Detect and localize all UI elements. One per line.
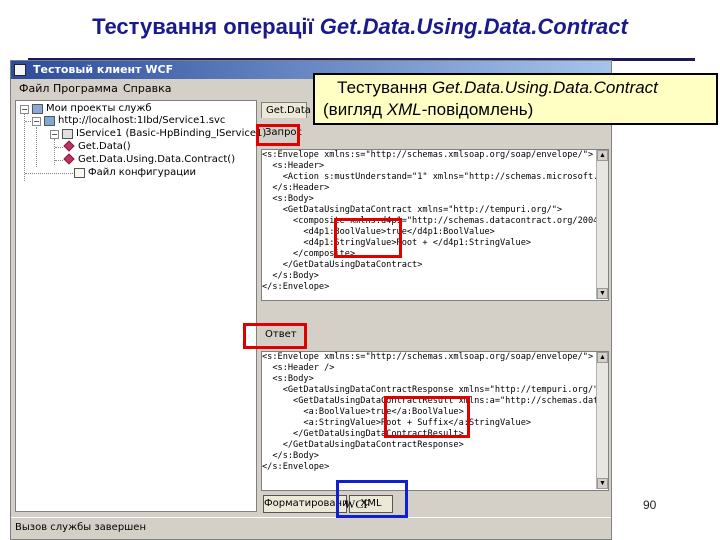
- slide-title: Тестування операції Get.Data.Using.Data.…: [0, 14, 720, 40]
- window-title: Тестовый клиент WCF: [33, 63, 174, 76]
- xml-line: </composite>: [262, 249, 356, 259]
- xml-line: </s:Envelope>: [262, 282, 330, 292]
- callout-box: Тестування Get.Data.Using.Data.Contract …: [313, 73, 718, 125]
- xml-line: <d4p1:StringValue>Root + </d4p1:StringVa…: [262, 238, 532, 248]
- projects-icon: [32, 104, 43, 114]
- callout-line2: (вигляд XML-повідомлень): [323, 99, 710, 121]
- operation-icon: [63, 140, 75, 152]
- callout-line2-open: (вигляд: [323, 100, 387, 119]
- scroll-down-arrow[interactable]: ▼: [597, 288, 608, 299]
- xml-line: </s:Body>: [262, 451, 319, 461]
- xml-line: <s:Body>: [262, 374, 314, 384]
- scroll-down-arrow[interactable]: ▼: [597, 478, 608, 489]
- xml-line: <s:Body>: [262, 194, 314, 204]
- tree-op-getdatausingdatacontract[interactable]: Get.Data.Using.Data.Contract(): [78, 154, 235, 165]
- highlight-response-label: [243, 323, 307, 349]
- service-tree: − Мои проекты служб − http://localhost:1…: [15, 100, 266, 512]
- operation-icon: [63, 153, 75, 165]
- collapse-toggle[interactable]: −: [20, 105, 29, 114]
- menu-program[interactable]: Программа: [53, 82, 118, 95]
- highlight-request-values: [334, 218, 402, 258]
- tree-contract[interactable]: IService1 (Basic-HpBinding_IService1): [76, 128, 266, 139]
- wcf-label: WCF: [344, 497, 371, 511]
- xml-line: <s:Envelope xmlns:s="http://schemas.xmls…: [262, 352, 594, 362]
- xml-line: </s:Envelope>: [262, 462, 330, 472]
- tree-root[interactable]: Мои проекты служб: [46, 103, 152, 114]
- callout-line1-italic: Get.Data.Using.Data.Contract: [432, 78, 658, 97]
- response-scrollbar[interactable]: ▲ ▼: [596, 352, 608, 489]
- xml-line: </s:Body>: [262, 271, 319, 281]
- xml-line: <GetDataUsingDataContract xmlns="http://…: [262, 205, 563, 215]
- tab-formatted[interactable]: Форматирование: [263, 495, 355, 513]
- highlight-response-values: [384, 396, 470, 438]
- service-icon: [44, 116, 55, 126]
- request-xml-lines: <s:Envelope xmlns:s="http://schemas.xmls…: [262, 150, 608, 293]
- slide-title-plain: Тестування операції: [92, 14, 320, 39]
- tree-op-getdata[interactable]: Get.Data(): [78, 141, 131, 152]
- app-icon: [14, 64, 26, 76]
- xml-line: <GetDataUsingDataContractResponse xmlns=…: [262, 385, 604, 395]
- tab-getdata[interactable]: Get.Data: [261, 102, 311, 118]
- tree-connector: [54, 139, 55, 165]
- tree-connector: [55, 147, 63, 148]
- status-bar: Вызов службы завершен: [11, 517, 611, 538]
- collapse-toggle[interactable]: −: [50, 130, 59, 139]
- xml-line: </GetDataUsingDataContract>: [262, 260, 423, 270]
- xml-line: <s:Header>: [262, 161, 325, 171]
- xml-line: <d4p1:BoolValue>true</d4p1:BoolValue>: [262, 227, 495, 237]
- tree-config[interactable]: Файл конфигурации: [88, 167, 196, 178]
- slide-title-italic: Get.Data.Using.Data.Contract: [319, 14, 628, 39]
- request-scrollbar[interactable]: ▲ ▼: [596, 150, 608, 299]
- highlight-request-label: [256, 124, 300, 146]
- collapse-toggle[interactable]: −: [32, 117, 41, 126]
- request-xml-pane[interactable]: <s:Envelope xmlns:s="http://schemas.xmls…: [261, 149, 609, 301]
- menu-help[interactable]: Справка: [123, 82, 171, 95]
- menu-file[interactable]: Файл: [19, 82, 49, 95]
- wcf-test-client-window: Тестовый клиент WCF Файл Программа Справ…: [10, 60, 612, 540]
- callout-line2-close: -повідомлень): [421, 100, 534, 119]
- xml-line: <Action s:mustUnderstand="1" xmlns="http…: [262, 172, 609, 182]
- xml-line: <s:Header />: [262, 363, 335, 373]
- callout-line1-plain: Тестування: [337, 78, 433, 97]
- page-number: 90: [643, 498, 657, 512]
- tree-connector: [36, 127, 37, 167]
- tree-endpoint[interactable]: http://localhost:1Ibd/Service1.svc: [58, 115, 225, 126]
- xml-line: <composite xmlns:d4p1="http://schemas.da…: [262, 216, 609, 226]
- callout-line2-italic: XML: [386, 100, 422, 119]
- scroll-up-arrow[interactable]: ▲: [597, 352, 608, 363]
- status-text: Вызов службы завершен: [15, 522, 147, 533]
- xml-line: </GetDataUsingDataContractResponse>: [262, 440, 464, 450]
- callout-line1: Тестування Get.Data.Using.Data.Contract: [323, 77, 710, 99]
- tree-connector: [55, 160, 63, 161]
- contract-icon: [62, 129, 73, 139]
- tree-connector: [25, 173, 73, 174]
- xml-line: </s:Header>: [262, 183, 330, 193]
- xml-line: <s:Envelope xmlns:s="http://schemas.xmls…: [262, 150, 594, 160]
- scroll-up-arrow[interactable]: ▲: [597, 150, 608, 161]
- config-file-icon: [74, 168, 85, 178]
